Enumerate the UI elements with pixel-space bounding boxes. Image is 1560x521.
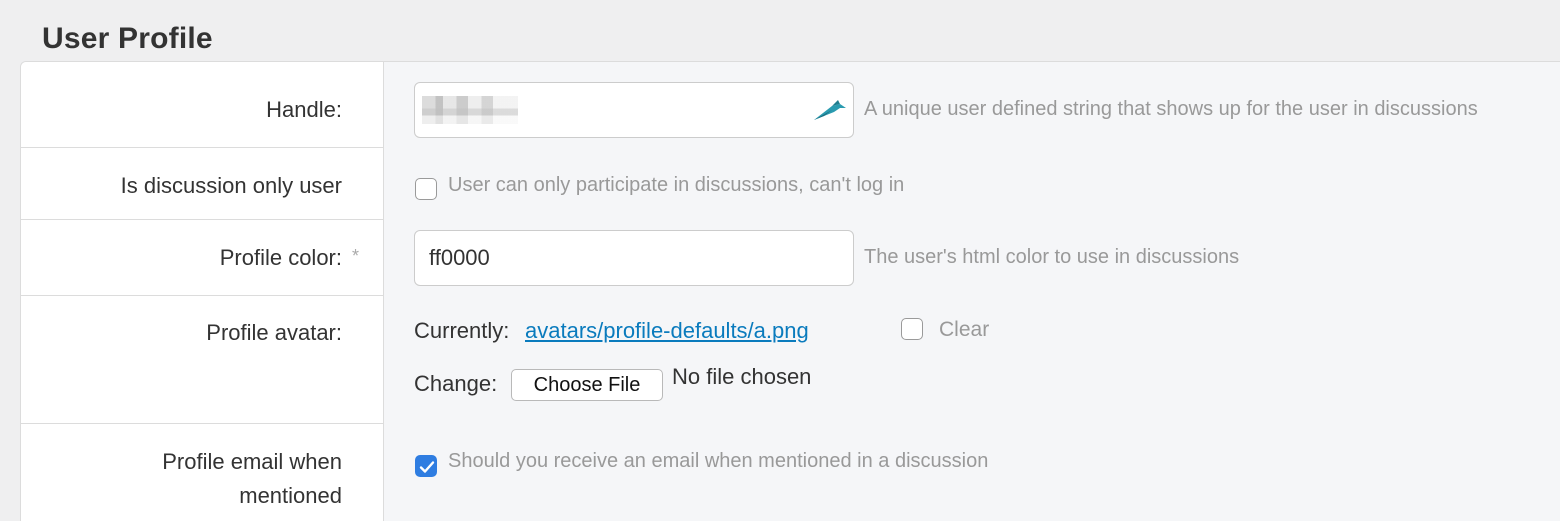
pen-icon[interactable] — [810, 96, 850, 129]
checkmark-icon — [419, 461, 435, 473]
discussion-only-label: Is discussion only user — [120, 173, 342, 198]
currently-label: Currently: — [414, 318, 510, 343]
discussion-only-checkbox[interactable] — [415, 178, 437, 200]
email-mentioned-help: Should you receive an email when mention… — [448, 450, 989, 472]
no-file-chosen-text: No file chosen — [672, 364, 812, 389]
clear-avatar-checkbox[interactable] — [901, 318, 923, 340]
row-divider — [21, 295, 384, 296]
row-divider — [21, 147, 384, 148]
handle-field-wrapper — [414, 82, 854, 138]
row-divider — [21, 219, 384, 220]
handle-label: Handle: — [266, 97, 342, 122]
clear-avatar-label: Clear — [939, 318, 990, 341]
row-divider — [21, 423, 384, 424]
required-marker: * — [352, 246, 360, 266]
choose-file-button[interactable]: Choose File — [511, 369, 663, 401]
discussion-only-help: User can only participate in discussions… — [448, 174, 905, 196]
redacted-handle-value-overlay — [422, 96, 518, 124]
email-mentioned-label-line1: Profile email when — [162, 449, 342, 474]
email-mentioned-checkbox[interactable] — [415, 455, 437, 477]
change-label: Change: — [414, 371, 498, 396]
profile-color-label: Profile color: — [219, 245, 342, 270]
page-title: User Profile — [42, 22, 213, 55]
profile-color-help: The user's html color to use in discussi… — [864, 246, 1240, 268]
profile-avatar-label: Profile avatar: — [206, 320, 342, 345]
profile-color-input[interactable] — [414, 230, 854, 286]
current-avatar-link[interactable]: avatars/profile-defaults/a.png — [525, 318, 809, 344]
handle-help: A unique user defined string that shows … — [864, 98, 1478, 120]
